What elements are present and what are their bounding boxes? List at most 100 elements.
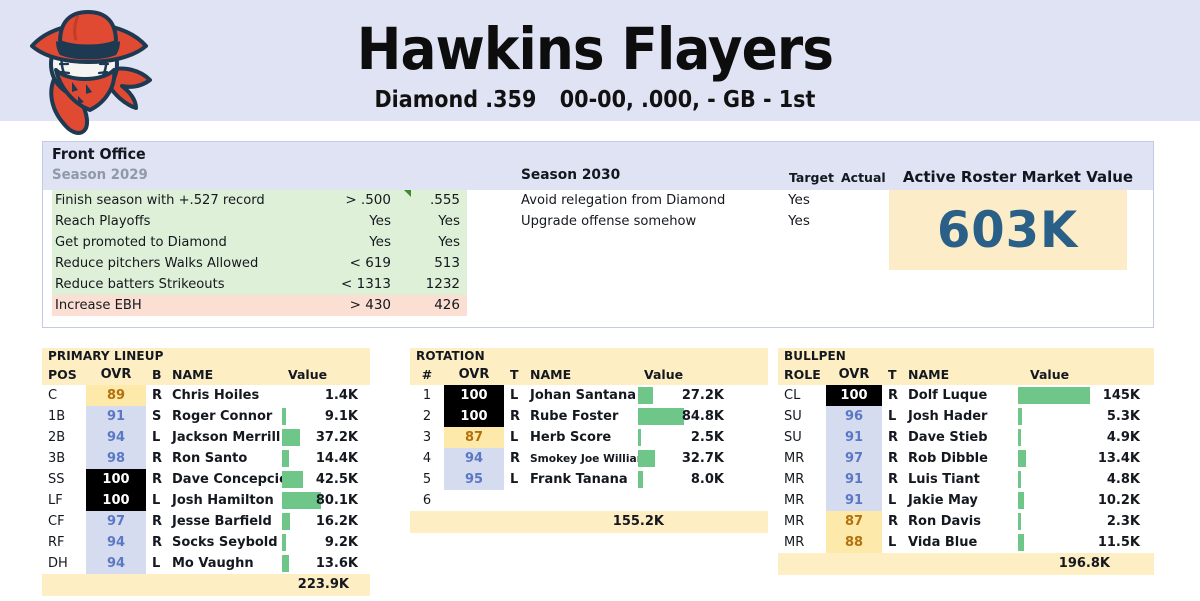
- table-row[interactable]: CL 100 R Dolf Luque 145K: [778, 385, 1154, 406]
- team-subtitle: Diamond .359 00-00, .000, - GB - 1st: [375, 86, 816, 114]
- value-bar: [282, 534, 286, 551]
- table-row[interactable]: MR 91 R Luis Tiant 4.8K: [778, 469, 1154, 490]
- player-handedness: L: [510, 430, 519, 445]
- value-bar: [282, 429, 300, 446]
- table-row[interactable]: MR 91 L Jakie May 10.2K: [778, 490, 1154, 511]
- goal-actual: 513: [434, 255, 460, 271]
- player-value-cell: 13.4K: [1018, 448, 1146, 469]
- goal-target: > .500: [345, 192, 391, 208]
- player-value-cell: 9.2K: [282, 532, 364, 553]
- goal-name: Avoid relegation from Diamond: [521, 192, 726, 208]
- player-handedness: R: [888, 388, 899, 403]
- player-handedness: L: [152, 430, 161, 445]
- player-position: CL: [784, 388, 801, 403]
- player-handedness: R: [888, 472, 899, 487]
- table-row[interactable]: 3 87 L Herb Score 2.5K: [410, 427, 768, 448]
- player-value: 32.7K: [681, 451, 724, 466]
- rotation-total-row: 155.2K: [410, 511, 768, 533]
- table-row[interactable]: C 89 R Chris Hoiles 1.4K: [42, 385, 370, 406]
- player-value: 5.3K: [1106, 409, 1140, 424]
- player-handedness: R: [888, 514, 899, 529]
- player-value: 2.5K: [690, 430, 724, 445]
- player-overall-rating: 94: [86, 553, 146, 574]
- goal-actual: Yes: [438, 213, 460, 229]
- player-value-cell: 84.8K: [638, 406, 730, 427]
- table-row[interactable]: SU 91 R Dave Stieb 4.9K: [778, 427, 1154, 448]
- table-row[interactable]: 1B 91 S Roger Connor 9.1K: [42, 406, 370, 427]
- player-overall-rating: 87: [826, 511, 882, 532]
- player-position: 2: [422, 409, 432, 424]
- page-title: Hawkins Flayers: [356, 15, 834, 83]
- player-overall-rating: 91: [826, 469, 882, 490]
- goal-row: Get promoted to Diamond Yes Yes: [52, 232, 467, 253]
- goal-name: Get promoted to Diamond: [55, 234, 227, 250]
- front-office-panel: Front Office Season 2029 Finish season w…: [42, 141, 1154, 328]
- team-overview-page: Hawkins Flayers Diamond .359 00-00, .000,…: [0, 0, 1200, 601]
- bullpen-header-row: ROLE OVR T NAME Value: [778, 365, 1154, 385]
- value-bar: [1018, 492, 1024, 509]
- goal-actual: 1232: [425, 276, 460, 292]
- player-value-cell: 2.5K: [638, 427, 730, 448]
- goal-name: Reduce batters Strikeouts: [55, 276, 225, 292]
- table-row[interactable]: 3B 98 R Ron Santo 14.4K: [42, 448, 370, 469]
- player-overall-rating: 100: [86, 490, 146, 511]
- goal-target: < 619: [349, 255, 391, 271]
- lineup-total-row: 223.9K: [42, 574, 370, 596]
- player-value-cell: 4.8K: [1018, 469, 1146, 490]
- table-row[interactable]: SU 96 L Josh Hader 5.3K: [778, 406, 1154, 427]
- lineup-col-value: Value: [288, 367, 328, 382]
- actual-column-header: Actual: [841, 170, 886, 185]
- table-row[interactable]: SS 100 R Dave Concepcion 42.5K: [42, 469, 370, 490]
- player-value-cell: 9.1K: [282, 406, 364, 427]
- value-bar: [638, 408, 684, 425]
- table-row[interactable]: 2B 94 L Jackson Merrill 37.2K: [42, 427, 370, 448]
- lineup-col-pos: POS: [48, 367, 77, 382]
- front-office-title: Front Office: [52, 145, 146, 163]
- player-position: 2B: [48, 430, 66, 445]
- value-bar: [1018, 408, 1022, 425]
- player-position: MR: [784, 451, 805, 466]
- player-position: SS: [48, 472, 65, 487]
- player-overall-rating: 100: [826, 385, 882, 406]
- player-value: 80.1K: [315, 493, 358, 508]
- bullpen-col-ovr: OVR: [838, 367, 870, 382]
- player-position: 5: [422, 472, 432, 487]
- goal-target: Yes: [788, 192, 810, 208]
- player-value-cell: 5.3K: [1018, 406, 1146, 427]
- player-position: SU: [784, 409, 802, 424]
- player-value: 16.2K: [315, 514, 358, 529]
- table-row[interactable]: 2 100 R Rube Foster 84.8K: [410, 406, 768, 427]
- goal-row: Finish season with +.527 record > .500 .55…: [52, 190, 467, 211]
- table-row[interactable]: 4 94 R Smokey Joe Williams 32.7K: [410, 448, 768, 469]
- table-row[interactable]: MR 97 R Rob Dibble 13.4K: [778, 448, 1154, 469]
- value-bar: [282, 408, 286, 425]
- table-row[interactable]: LF 100 L Josh Hamilton 80.1K: [42, 490, 370, 511]
- player-value: 145K: [1102, 388, 1140, 403]
- lineup-header-row: POS OVR B NAME Value: [42, 365, 370, 385]
- season-2030-label: Season 2030: [521, 167, 621, 183]
- table-row[interactable]: 6: [410, 490, 768, 511]
- table-row[interactable]: RF 94 R Socks Seybold 9.2K: [42, 532, 370, 553]
- value-bar: [1018, 513, 1021, 530]
- league-label: Diamond .359: [374, 87, 537, 113]
- season-2029-label: Season 2029: [52, 167, 148, 183]
- table-row[interactable]: 1 100 L Johan Santana 27.2K: [410, 385, 768, 406]
- player-handedness: R: [152, 514, 163, 529]
- player-position: MR: [784, 472, 805, 487]
- table-row[interactable]: DH 94 L Mo Vaughn 13.6K: [42, 553, 370, 574]
- table-row[interactable]: MR 88 L Vida Blue 11.5K: [778, 532, 1154, 553]
- cowboy-baseball-logo-icon: [16, 8, 161, 136]
- player-position: 1B: [48, 409, 66, 424]
- season-2030-goals: Avoid relegation from Diamond Yes Upgrade …: [521, 190, 921, 232]
- table-row[interactable]: MR 87 R Ron Davis 2.3K: [778, 511, 1154, 532]
- player-value-cell: 37.2K: [282, 427, 364, 448]
- goal-target: Yes: [369, 213, 391, 229]
- player-value-cell: 14.4K: [282, 448, 364, 469]
- player-handedness: R: [152, 472, 163, 487]
- table-row[interactable]: 5 95 L Frank Tanana 8.0K: [410, 469, 768, 490]
- goal-row: Increase EBH > 430 426: [52, 295, 467, 316]
- market-value-box: 603K: [889, 190, 1127, 270]
- player-overall-rating: 91: [86, 406, 146, 427]
- table-row[interactable]: CF 97 R Jesse Barfield 16.2K: [42, 511, 370, 532]
- player-value: 2.3K: [1106, 514, 1140, 529]
